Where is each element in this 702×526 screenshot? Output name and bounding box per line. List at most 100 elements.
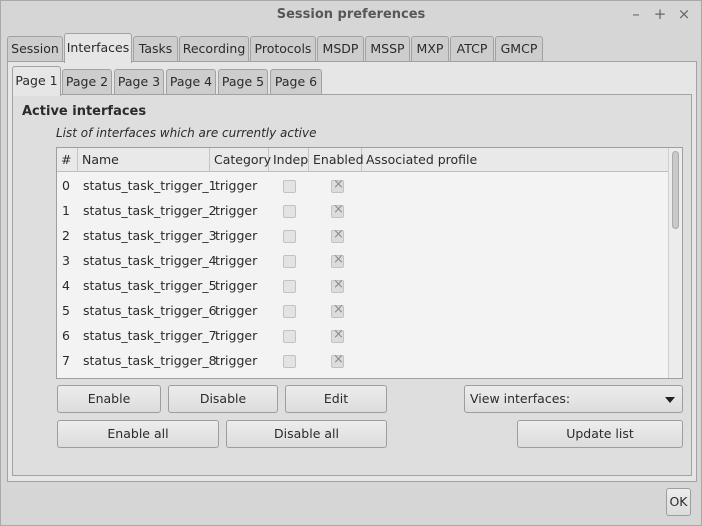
- row-profile: [362, 198, 367, 223]
- tab-tasks[interactable]: Tasks: [133, 36, 178, 62]
- row-number: 1: [62, 203, 70, 218]
- table-row[interactable]: 1 status_task_trigger_2 trigger: [57, 198, 668, 223]
- column-header-number[interactable]: #: [57, 148, 78, 172]
- row-category: trigger: [215, 303, 258, 318]
- enabled-checkbox[interactable]: [331, 327, 344, 343]
- row-name: status_task_trigger_5: [83, 278, 217, 293]
- ok-button[interactable]: OK: [666, 488, 691, 516]
- table-row[interactable]: 6 status_task_trigger_7 trigger: [57, 323, 668, 348]
- row-profile: [362, 298, 367, 323]
- tab-mssp[interactable]: MSSP: [365, 36, 410, 62]
- indep-checkbox[interactable]: [283, 330, 296, 343]
- row-number: 2: [62, 228, 70, 243]
- tab-page-3[interactable]: Page 3: [114, 69, 164, 95]
- disable-all-button[interactable]: Disable all: [226, 420, 387, 448]
- column-header-associated-profile[interactable]: Associated profile: [362, 148, 668, 172]
- tab-interfaces[interactable]: Interfaces: [64, 33, 132, 63]
- tab-protocols[interactable]: Protocols: [250, 36, 316, 62]
- column-header-name[interactable]: Name: [78, 148, 210, 172]
- close-icon[interactable]: ×: [675, 5, 693, 23]
- enabled-checkbox[interactable]: [331, 252, 344, 268]
- tab-page-2[interactable]: Page 2: [62, 69, 112, 95]
- page-1-panel: Active interfaces List of interfaces whi…: [12, 94, 692, 476]
- tab-page-1[interactable]: Page 1: [12, 66, 61, 96]
- update-list-button[interactable]: Update list: [517, 420, 683, 448]
- tab-gmcp[interactable]: GMCP: [495, 36, 543, 62]
- indep-checkbox[interactable]: [283, 180, 296, 193]
- row-category: trigger: [215, 253, 258, 268]
- maximize-icon[interactable]: +: [651, 5, 669, 23]
- column-header-enabled[interactable]: Enabled: [309, 148, 364, 172]
- dropdown-arrow-icon: [665, 397, 675, 403]
- row-name: status_task_trigger_4: [83, 253, 217, 268]
- enabled-checkbox[interactable]: [331, 277, 344, 293]
- indep-checkbox[interactable]: [283, 305, 296, 318]
- row-category: trigger: [215, 353, 258, 368]
- row-name: status_task_trigger_2: [83, 203, 217, 218]
- table-row[interactable]: 4 status_task_trigger_5 trigger: [57, 273, 668, 298]
- tab-msdp[interactable]: MSDP: [317, 36, 364, 62]
- row-profile: [362, 223, 367, 248]
- row-category: trigger: [215, 328, 258, 343]
- row-category: trigger: [215, 203, 258, 218]
- edit-button[interactable]: Edit: [285, 385, 387, 413]
- table-header: # Name Category Indep Enabled Associated…: [57, 148, 668, 172]
- table-row[interactable]: 2 status_task_trigger_3 trigger: [57, 223, 668, 248]
- row-category: trigger: [215, 228, 258, 243]
- enabled-checkbox[interactable]: [331, 177, 344, 193]
- title-bar[interactable]: Session preferences – + ×: [1, 1, 701, 30]
- row-profile: [362, 323, 367, 348]
- indep-checkbox[interactable]: [283, 355, 296, 368]
- table-row[interactable]: 0 status_task_trigger_1 trigger: [57, 173, 668, 198]
- tab-atcp[interactable]: ATCP: [450, 36, 494, 62]
- row-name: status_task_trigger_3: [83, 228, 217, 243]
- interfaces-panel: Page 1 Page 2 Page 3 Page 4 Page 5 Page …: [7, 61, 697, 482]
- row-number: 7: [62, 353, 70, 368]
- tab-page-6[interactable]: Page 6: [270, 69, 322, 95]
- indep-checkbox[interactable]: [283, 280, 296, 293]
- row-profile: [362, 348, 367, 373]
- minimize-icon[interactable]: –: [627, 5, 645, 23]
- column-header-indep[interactable]: Indep: [269, 148, 309, 172]
- enabled-checkbox[interactable]: [331, 302, 344, 318]
- row-category: trigger: [215, 278, 258, 293]
- group-title: Active interfaces: [22, 104, 147, 119]
- row-name: status_task_trigger_8: [83, 353, 217, 368]
- column-header-category[interactable]: Category: [210, 148, 271, 172]
- indep-checkbox[interactable]: [283, 255, 296, 268]
- tab-session[interactable]: Session: [7, 36, 63, 62]
- enabled-checkbox[interactable]: [331, 202, 344, 218]
- table-body: 0 status_task_trigger_1 trigger 1 status…: [57, 173, 668, 373]
- interfaces-table: # Name Category Indep Enabled Associated…: [56, 147, 683, 379]
- row-number: 5: [62, 303, 70, 318]
- scrollbar-thumb[interactable]: [672, 151, 679, 229]
- window-title: Session preferences: [276, 7, 426, 22]
- row-category: trigger: [215, 178, 258, 193]
- row-profile: [362, 248, 367, 273]
- indep-checkbox[interactable]: [283, 230, 296, 243]
- enable-button[interactable]: Enable: [57, 385, 161, 413]
- view-interfaces-label: View interfaces:: [470, 391, 571, 406]
- enable-all-button[interactable]: Enable all: [57, 420, 219, 448]
- row-profile: [362, 273, 367, 298]
- enabled-checkbox[interactable]: [331, 352, 344, 368]
- table-scrollbar[interactable]: [668, 148, 682, 378]
- row-number: 4: [62, 278, 70, 293]
- row-number: 0: [62, 178, 70, 193]
- row-number: 6: [62, 328, 70, 343]
- tab-mxp[interactable]: MXP: [411, 36, 449, 62]
- table-row[interactable]: 5 status_task_trigger_6 trigger: [57, 298, 668, 323]
- view-interfaces-combo[interactable]: View interfaces:: [464, 385, 683, 413]
- disable-button[interactable]: Disable: [168, 385, 278, 413]
- enabled-checkbox[interactable]: [331, 227, 344, 243]
- table-row[interactable]: 7 status_task_trigger_8 trigger: [57, 348, 668, 373]
- session-preferences-window: Session preferences – + × Session Interf…: [0, 0, 702, 526]
- row-name: status_task_trigger_6: [83, 303, 217, 318]
- row-profile: [362, 173, 367, 198]
- table-row[interactable]: 3 status_task_trigger_4 trigger: [57, 248, 668, 273]
- group-subtitle: List of interfaces which are currently a…: [56, 126, 317, 140]
- tab-recording[interactable]: Recording: [179, 36, 249, 62]
- indep-checkbox[interactable]: [283, 205, 296, 218]
- tab-page-4[interactable]: Page 4: [166, 69, 216, 95]
- tab-page-5[interactable]: Page 5: [218, 69, 268, 95]
